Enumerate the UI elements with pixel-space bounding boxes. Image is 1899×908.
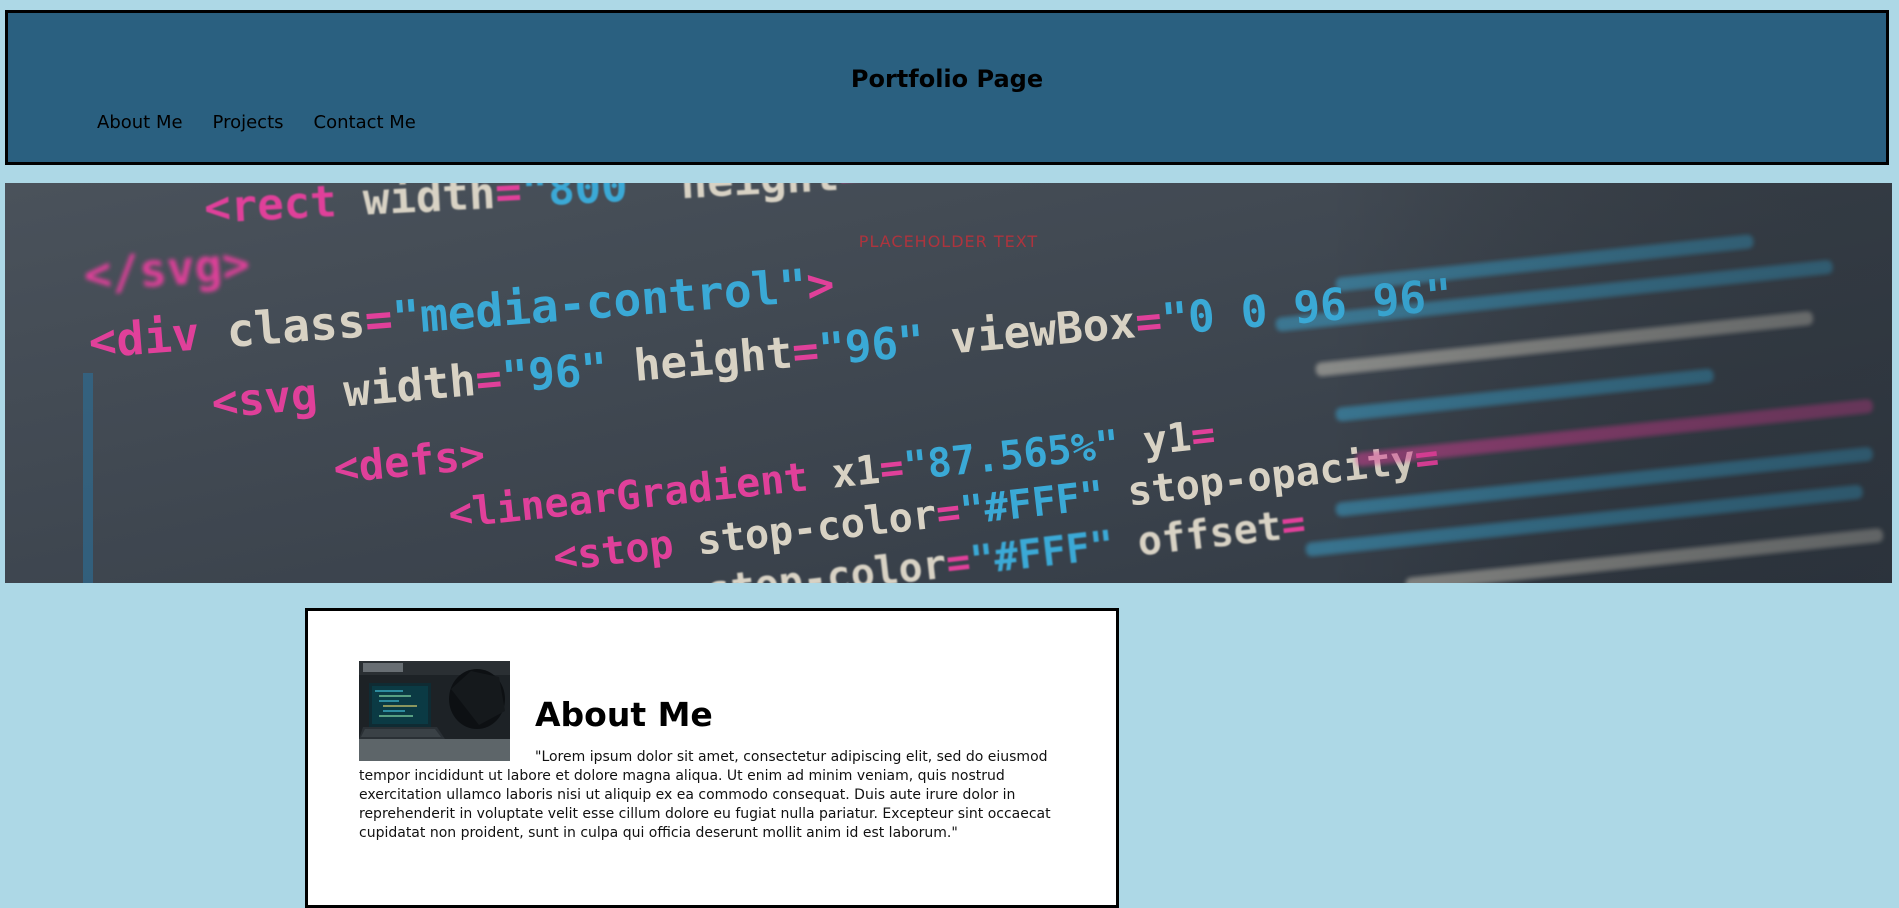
about-me-paragraph: "Lorem ipsum dolor sit amet, consectetur…: [359, 749, 1051, 841]
nav-link-about-me[interactable]: About Me: [97, 112, 183, 133]
main-nav: About Me Projects Contact Me: [97, 112, 416, 133]
hero-placeholder-text: PLACEHOLDER TEXT: [858, 232, 1039, 251]
nav-link-projects[interactable]: Projects: [213, 112, 284, 133]
site-header: Portfolio Page About Me Projects Contact…: [5, 10, 1889, 165]
site-title: Portfolio Page: [850, 65, 1044, 93]
laptop-photo: [359, 661, 510, 761]
hero-banner: <rect width="800" height=</svg><div clas…: [5, 183, 1892, 583]
nav-link-contact-me[interactable]: Contact Me: [314, 112, 416, 133]
about-me-section: About Me "Lorem ipsum dolor sit amet, co…: [305, 608, 1119, 908]
about-me-body: About Me "Lorem ipsum dolor sit amet, co…: [359, 661, 1064, 843]
